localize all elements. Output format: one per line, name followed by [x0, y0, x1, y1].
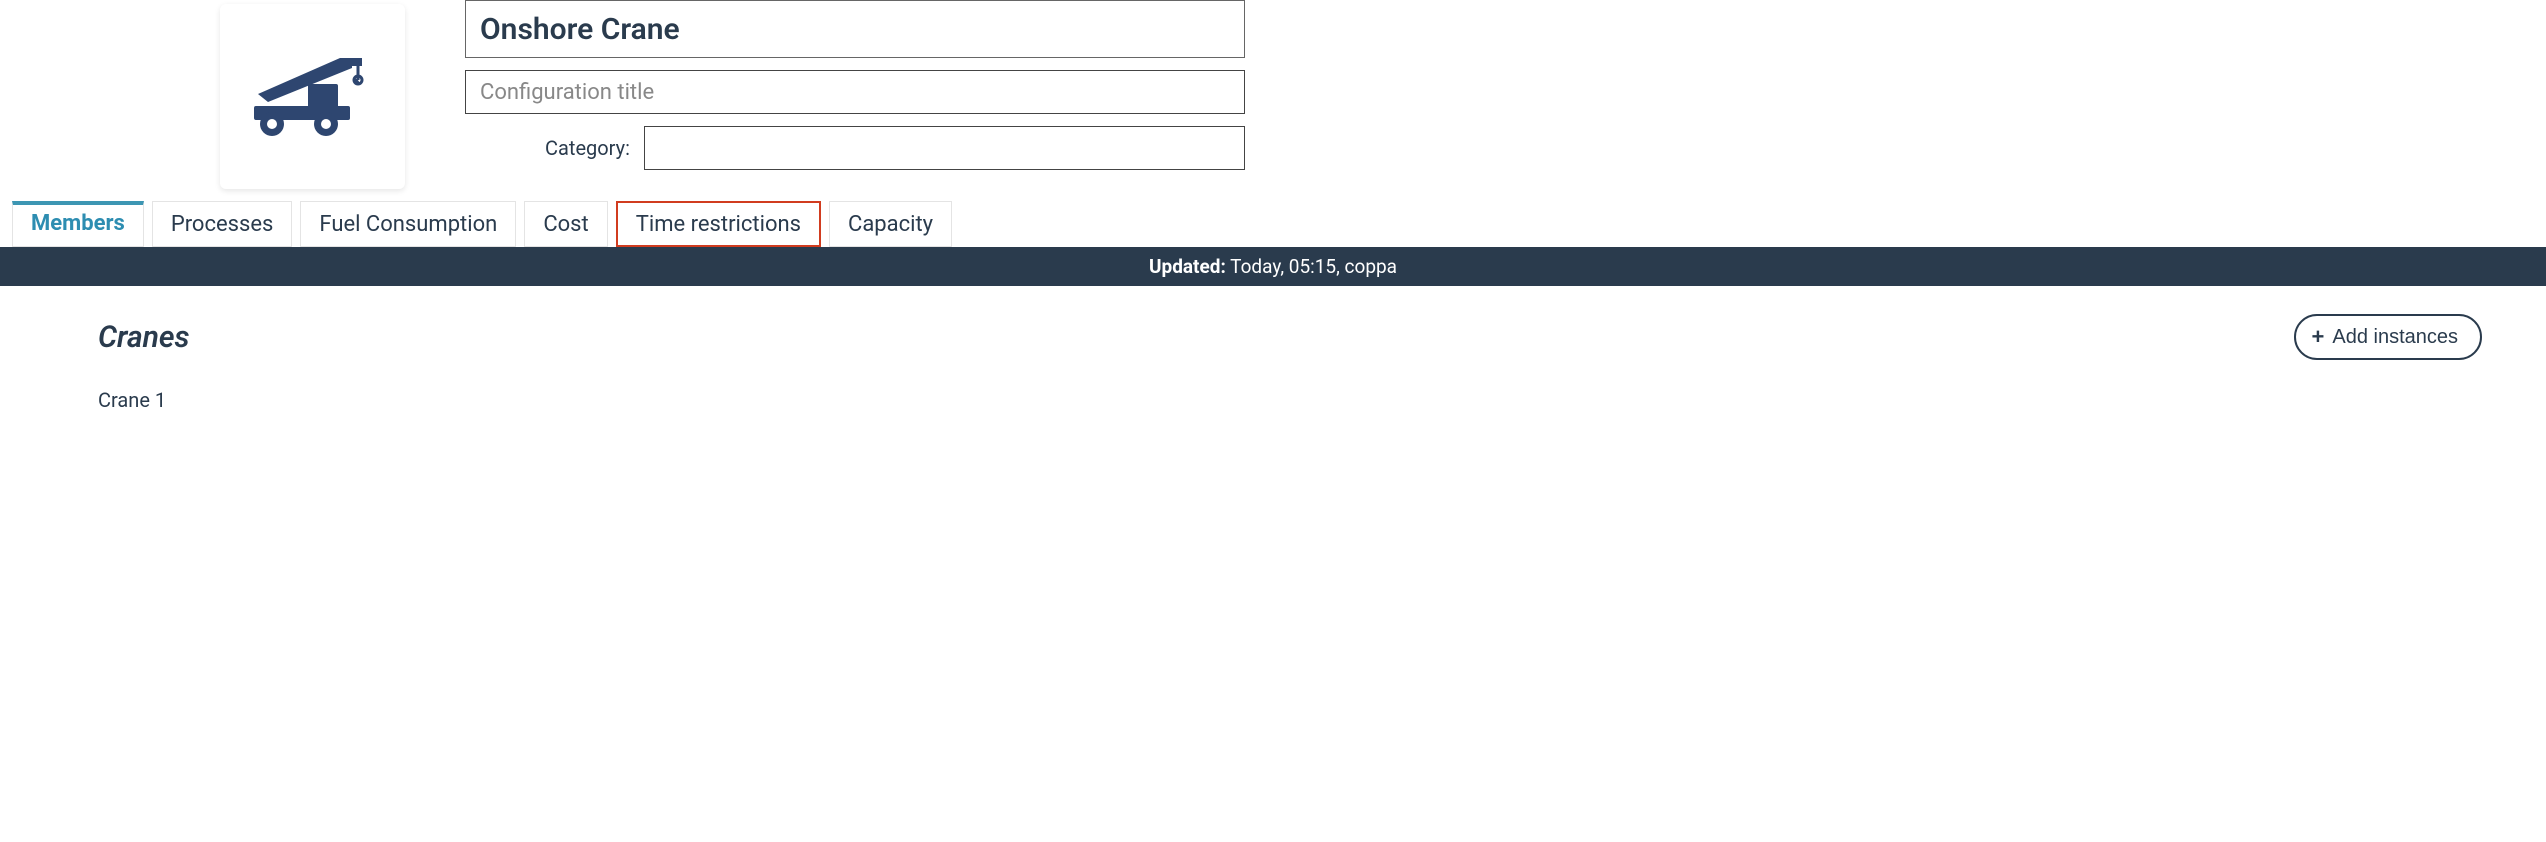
updated-value: Today, 05:15, coppa [1230, 255, 1397, 278]
tab-time-restrictions[interactable]: Time restrictions [616, 201, 821, 247]
tab-fuel-consumption[interactable]: Fuel Consumption [300, 201, 516, 247]
plus-icon: + [2312, 324, 2325, 350]
add-instances-button[interactable]: + Add instances [2294, 314, 2483, 360]
crane-truck-icon [248, 50, 378, 144]
category-label: Category: [545, 136, 630, 160]
updated-label: Updated: [1149, 255, 1226, 278]
list-item[interactable]: Crane 1 [98, 388, 2482, 412]
tab-processes[interactable]: Processes [152, 201, 293, 247]
tabs-bar: Members Processes Fuel Consumption Cost … [0, 201, 2546, 247]
tab-cost[interactable]: Cost [524, 201, 607, 247]
fields-column: Category: [465, 0, 1245, 170]
tab-capacity[interactable]: Capacity [829, 201, 952, 247]
config-title-input[interactable] [465, 70, 1245, 114]
section-title: Cranes [98, 320, 190, 355]
header-area: Category: [0, 0, 2546, 201]
vehicle-icon-card [220, 4, 405, 189]
section-header: Cranes + Add instances [98, 314, 2482, 360]
category-input[interactable] [644, 126, 1245, 170]
title-input[interactable] [465, 0, 1245, 58]
updated-bar: Updated: Today, 05:15, coppa [0, 247, 2546, 286]
add-button-label: Add instances [2332, 326, 2458, 349]
content-area: Cranes + Add instances Crane 1 [0, 286, 2546, 412]
category-row: Category: [465, 126, 1245, 170]
tab-members[interactable]: Members [12, 201, 144, 247]
